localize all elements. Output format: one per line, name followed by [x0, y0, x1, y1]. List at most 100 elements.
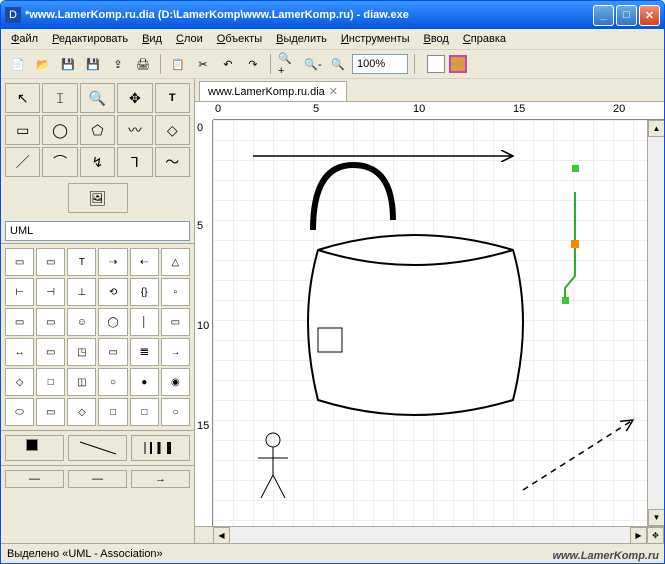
- polygon-icon[interactable]: ⬠: [80, 115, 115, 145]
- print-icon[interactable]: 🖨: [132, 53, 154, 75]
- uml-dot-icon[interactable]: ●: [130, 368, 159, 396]
- zoomout-icon[interactable]: 🔍-: [302, 53, 324, 75]
- uml-depend-icon[interactable]: ⇢: [98, 248, 127, 276]
- menu-edit[interactable]: Редактировать: [46, 31, 134, 47]
- uml-realize-icon[interactable]: ⇠: [130, 248, 159, 276]
- uml-branch-icon[interactable]: ◇: [5, 368, 34, 396]
- uml-note-icon[interactable]: ▭: [36, 248, 65, 276]
- menu-select[interactable]: Выделить: [270, 31, 333, 47]
- zigzag-icon[interactable]: ↯: [80, 147, 115, 177]
- saveas-icon[interactable]: 💾: [82, 53, 104, 75]
- new-icon[interactable]: 📄: [7, 53, 29, 75]
- swatch-bg[interactable]: [427, 55, 445, 73]
- uml-package-icon[interactable]: ▭: [36, 308, 65, 336]
- maximize-button[interactable]: □: [616, 5, 637, 26]
- export-icon[interactable]: ⇪: [107, 53, 129, 75]
- undo-icon[interactable]: ↶: [217, 53, 239, 75]
- shape-palette: ▭ ▭ T ⇢ ⇠ △ ⊢ ⊣ ⊥ ⟲ {} ▫ ▭ ▭ ☺ ◯ │ ▭ ↔ ▭: [1, 243, 194, 430]
- arrow-end[interactable]: →: [131, 470, 190, 488]
- uml-diamond-icon[interactable]: ◇: [67, 398, 96, 426]
- menu-layers[interactable]: Слои: [170, 31, 209, 47]
- magnify-icon[interactable]: 🔍: [80, 83, 115, 113]
- nav-icon[interactable]: ✥: [647, 527, 664, 543]
- toolbar: 📄 📂 💾 💾 ⇪ 🖨 📋 ✂ ↶ ↷ 🔍+ 🔍- 🔍: [1, 50, 664, 79]
- uml-implem-icon[interactable]: ⟲: [98, 278, 127, 306]
- menu-file[interactable]: Файл: [5, 31, 44, 47]
- uml-assoc-icon[interactable]: ⊢: [5, 278, 34, 306]
- line-icon[interactable]: ／: [5, 147, 40, 177]
- polyline-icon[interactable]: ⅂: [117, 147, 152, 177]
- arrow-start[interactable]: —: [5, 470, 64, 488]
- close-button[interactable]: ✕: [639, 5, 660, 26]
- uml-sq2-icon[interactable]: □: [130, 398, 159, 426]
- save-icon[interactable]: 💾: [57, 53, 79, 75]
- fgbg-swatch[interactable]: [5, 435, 64, 461]
- uml-lifeline-icon[interactable]: │: [130, 308, 159, 336]
- uml-o2-icon[interactable]: ○: [161, 398, 190, 426]
- uml-state-icon[interactable]: ▭: [98, 338, 127, 366]
- text-icon[interactable]: T: [155, 83, 190, 113]
- pointer-icon[interactable]: ↖: [5, 83, 40, 113]
- move-icon[interactable]: ✥: [117, 83, 152, 113]
- image-icon[interactable]: 🖼: [68, 183, 128, 213]
- uml-class-icon[interactable]: ▭: [5, 248, 34, 276]
- tab-close-icon[interactable]: ✕: [329, 85, 338, 98]
- uml-cube-icon[interactable]: ◫: [67, 368, 96, 396]
- tab-document[interactable]: www.LamerKomp.ru.dia ✕: [199, 81, 347, 101]
- uml-constrain-icon[interactable]: {}: [130, 278, 159, 306]
- menu-input[interactable]: Ввод: [417, 31, 454, 47]
- arc-icon[interactable]: ⌒: [42, 147, 77, 177]
- scroll-down-icon[interactable]: ▼: [648, 509, 664, 526]
- box-icon[interactable]: ▭: [5, 115, 40, 145]
- arrow-mid[interactable]: —: [68, 470, 127, 488]
- uml-usecase-icon[interactable]: ◯: [98, 308, 127, 336]
- titlebar[interactable]: D *www.LamerKomp.ru.dia (D:\LamerKomp\ww…: [1, 1, 664, 29]
- uml-small-icon[interactable]: ▫: [161, 278, 190, 306]
- text-cursor-icon[interactable]: 𝙸: [42, 83, 77, 113]
- zoomin-icon[interactable]: 🔍+: [277, 53, 299, 75]
- uml-sq-icon[interactable]: □: [98, 398, 127, 426]
- scroll-left-icon[interactable]: ◀: [213, 527, 230, 543]
- menu-help[interactable]: Справка: [457, 31, 512, 47]
- uml-large-icon[interactable]: ▭: [5, 308, 34, 336]
- uml-trans-icon[interactable]: →: [161, 338, 190, 366]
- cut-icon[interactable]: ✂: [192, 53, 214, 75]
- uml-component-icon[interactable]: ▭: [36, 338, 65, 366]
- uml-node-icon[interactable]: ◳: [67, 338, 96, 366]
- uml-aggreg-icon[interactable]: ⊣: [36, 278, 65, 306]
- menu-objects[interactable]: Объекты: [211, 31, 268, 47]
- uml-msg-icon[interactable]: ↔: [5, 338, 34, 366]
- uml-object-icon[interactable]: ▭: [161, 308, 190, 336]
- scroll-right-icon[interactable]: ▶: [630, 527, 647, 543]
- line-style-icon[interactable]: [68, 435, 127, 461]
- redo-icon[interactable]: ↷: [242, 53, 264, 75]
- scrollbar-horizontal[interactable]: ◀ ▶ ✥: [195, 526, 664, 543]
- canvas[interactable]: [213, 120, 647, 526]
- curve-icon[interactable]: 〜: [155, 147, 190, 177]
- palette-select[interactable]: [5, 221, 190, 241]
- bezier-icon[interactable]: 〰: [117, 115, 152, 145]
- zoom-input[interactable]: [352, 54, 408, 74]
- uml-fork-icon[interactable]: 𝌆: [130, 338, 159, 366]
- menu-view[interactable]: Вид: [136, 31, 168, 47]
- ellipse-icon[interactable]: ◯: [42, 115, 77, 145]
- swatch-fg[interactable]: [449, 55, 467, 73]
- uml-compose-icon[interactable]: ⊥: [67, 278, 96, 306]
- scrollbar-vertical[interactable]: ▲ ▼: [647, 120, 664, 526]
- uml-rect-icon[interactable]: ▭: [36, 398, 65, 426]
- shape-icon[interactable]: ◇: [155, 115, 190, 145]
- uml-class2-icon[interactable]: □: [36, 368, 65, 396]
- line-width-icon[interactable]: [131, 435, 190, 461]
- minimize-button[interactable]: _: [593, 5, 614, 26]
- uml-initial-icon[interactable]: ◉: [161, 368, 190, 396]
- uml-actor-icon[interactable]: ☺: [67, 308, 96, 336]
- uml-general-icon[interactable]: △: [161, 248, 190, 276]
- zoomfit-icon[interactable]: 🔍: [327, 53, 349, 75]
- open-icon[interactable]: 📂: [32, 53, 54, 75]
- uml-final-icon[interactable]: ⬭: [5, 398, 34, 426]
- uml-text-icon[interactable]: T: [67, 248, 96, 276]
- menu-tools[interactable]: Инструменты: [335, 31, 416, 47]
- scroll-up-icon[interactable]: ▲: [648, 120, 664, 137]
- uml-ring-icon[interactable]: ○: [98, 368, 127, 396]
- copy-icon[interactable]: 📋: [167, 53, 189, 75]
